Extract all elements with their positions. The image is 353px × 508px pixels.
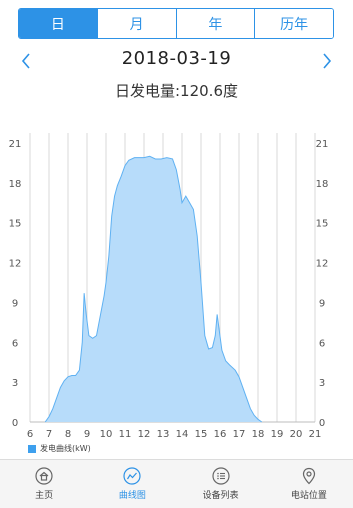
x-tick-19: 19	[271, 429, 284, 440]
legend-label: 发电曲线(kW)	[40, 444, 91, 453]
chevron-right-icon	[323, 53, 332, 69]
legend-swatch	[28, 444, 36, 453]
period-tabs: 日 月 年 历年	[18, 8, 334, 39]
y-tick-right-0: 0	[319, 418, 325, 429]
x-tick-6: 6	[27, 429, 33, 440]
x-tick-9: 9	[84, 429, 90, 440]
x-tick-8: 8	[65, 429, 71, 440]
tab-day[interactable]: 日	[19, 9, 97, 38]
x-tick-14: 14	[176, 429, 189, 440]
chart-curve-icon	[123, 467, 141, 485]
y-tick-left-18: 18	[9, 179, 22, 190]
y-tick-left-3: 3	[12, 378, 18, 389]
nav-device-list[interactable]: 设备列表	[177, 460, 265, 508]
bottom-navigation: 主页 曲线图 设备列表 电站位置	[0, 459, 353, 508]
next-date-button[interactable]	[317, 50, 337, 72]
nav-home[interactable]: 主页	[0, 460, 88, 508]
y-tick-left-21: 21	[9, 139, 22, 150]
x-tick-13: 13	[157, 429, 170, 440]
y-tick-right-6: 6	[319, 338, 325, 349]
x-tick-15: 15	[195, 429, 208, 440]
x-tick-11: 11	[119, 429, 132, 440]
y-tick-right-3: 3	[319, 378, 325, 389]
x-tick-17: 17	[233, 429, 246, 440]
nav-home-label: 主页	[35, 491, 54, 501]
y-tick-left-6: 6	[12, 338, 18, 349]
nav-device-list-label: 设备列表	[202, 491, 239, 501]
y-tick-right-18: 18	[316, 179, 329, 190]
home-icon	[35, 467, 53, 485]
y-tick-left-9: 9	[12, 298, 18, 309]
daily-generation-summary: 日发电量:120.6度	[115, 82, 238, 100]
current-date: 2018-03-19	[121, 48, 232, 69]
x-tick-7: 7	[46, 429, 52, 440]
y-tick-left-0: 0	[12, 418, 18, 429]
nav-chart-label: 曲线图	[118, 491, 146, 501]
x-tick-10: 10	[100, 429, 113, 440]
nav-station-location-label: 电站位置	[290, 491, 327, 501]
x-tick-16: 16	[214, 429, 227, 440]
tab-all-years[interactable]: 历年	[254, 9, 333, 38]
tab-month[interactable]: 月	[96, 9, 176, 38]
date-navigator: 2018-03-19	[0, 48, 353, 74]
list-icon	[212, 467, 230, 485]
nav-station-location[interactable]: 电站位置	[265, 460, 353, 508]
x-tick-21: 21	[309, 429, 322, 440]
x-tick-20: 20	[290, 429, 303, 440]
tab-year[interactable]: 年	[175, 9, 255, 38]
chart-legend: 发电曲线(kW)	[28, 443, 91, 454]
nav-chart[interactable]: 曲线图	[88, 460, 176, 508]
y-tick-left-15: 15	[9, 219, 22, 230]
series-area	[45, 156, 262, 422]
y-tick-right-21: 21	[316, 139, 329, 150]
y-tick-right-15: 15	[316, 219, 329, 230]
x-tick-18: 18	[252, 429, 265, 440]
location-pin-icon	[302, 467, 315, 485]
y-tick-right-9: 9	[319, 298, 325, 309]
y-tick-right-12: 12	[316, 259, 329, 270]
generation-chart: 0369121518210369121518216 7 8 9 10 11 12 13 14 15…	[9, 133, 329, 440]
x-tick-12: 12	[138, 429, 151, 440]
y-tick-left-12: 12	[9, 259, 22, 270]
